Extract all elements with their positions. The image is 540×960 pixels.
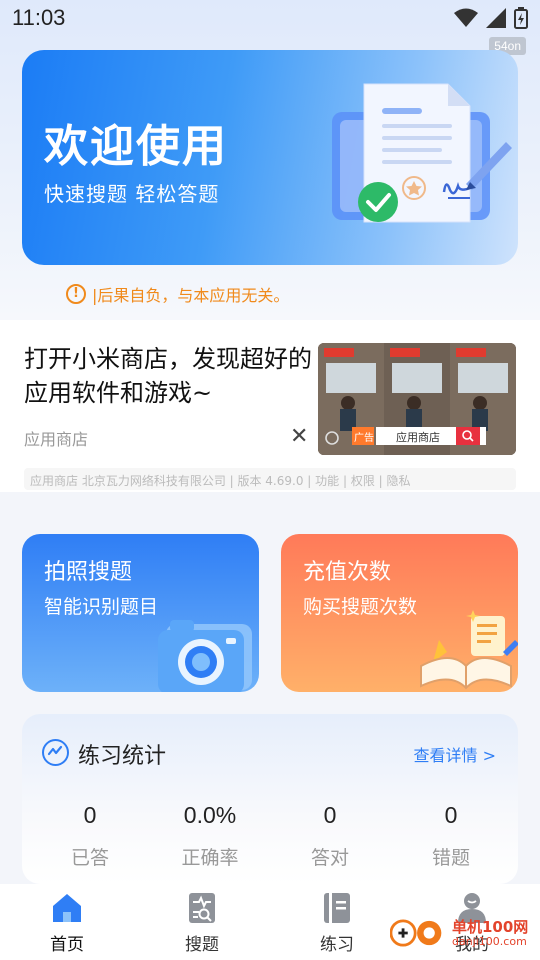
camera-icon [158, 620, 252, 692]
home-icon [27, 890, 107, 926]
site-watermark: 单机100网 danji100.com [390, 916, 528, 950]
stat-value: 0 [83, 802, 97, 828]
stat-correct: 0 答对 [268, 802, 392, 870]
status-icons [454, 7, 528, 29]
nav-item-home[interactable]: 首页 [27, 890, 107, 955]
practice-stats-panel: 练习统计 查看详情 > 0 已答 0.0% 正确率 0 答对 0 错题 [22, 714, 518, 884]
search-question-icon [162, 890, 242, 926]
watermark-url: danji100.com [452, 934, 527, 948]
trend-icon [42, 739, 69, 766]
nav-item-practice[interactable]: 练习 [297, 890, 377, 955]
status-time: 11:03 [12, 5, 66, 30]
welcome-banner: 欢迎使用 快速搜题 轻松答题 [22, 50, 518, 265]
recharge-subtitle: 购买搜题次数 [303, 596, 418, 618]
notebook-icon [297, 890, 377, 926]
stats-title: 练习统计 [78, 744, 167, 769]
watermark-name: 单机100网 [452, 917, 529, 936]
ad-tag: 广告 [354, 433, 374, 444]
recharge-title: 充值次数 [303, 560, 392, 585]
photo-search-title: 拍照搜题 [44, 560, 133, 585]
watermark-logo-icon [390, 919, 442, 947]
stat-label: 错题 [431, 847, 470, 869]
nav-label: 搜题 [185, 935, 219, 955]
ad-block[interactable]: 打开小米商店，发现超好的应用软件和游戏~ 应用商店 ✕ 应用商店 广告 应用商店… [0, 320, 540, 492]
stat-value: 0 [444, 802, 458, 828]
view-details-link[interactable]: 查看详情 > [414, 742, 497, 766]
photo-search-card[interactable]: 拍照搜题 智能识别题目 [22, 534, 259, 692]
ad-source: 应用商店 [24, 430, 89, 449]
banner-title: 欢迎使用 [44, 121, 228, 172]
stat-wrong: 0 错题 [389, 802, 513, 870]
stat-value: 0.0% [183, 802, 237, 828]
battery-icon [514, 7, 528, 29]
nav-label: 首页 [50, 935, 84, 955]
ad-image-search-label: 应用商店 [396, 431, 440, 444]
nav-label: 练习 [320, 935, 354, 955]
document-signature-illustration [332, 83, 512, 223]
disclaimer-notice: ! |后果自负，与本应用无关。 [66, 282, 289, 306]
nav-item-search[interactable]: 搜题 [162, 890, 242, 955]
stat-accuracy: 0.0% 正确率 [148, 802, 272, 870]
banner-subtitle: 快速搜题 轻松答题 [44, 182, 220, 206]
ad-image[interactable]: 应用商店 广告 [318, 343, 516, 455]
stat-answered: 0 已答 [28, 802, 152, 870]
close-icon[interactable]: ✕ [290, 424, 308, 449]
stat-label: 已答 [70, 847, 109, 869]
stat-label: 答对 [310, 847, 349, 869]
ad-headline[interactable]: 打开小米商店，发现超好的应用软件和游戏~ [24, 342, 314, 410]
ad-meta: 应用商店 北京瓦力网络科技有限公司 | 版本 4.69.0 | 功能 | 权限 … [24, 468, 516, 490]
photo-search-subtitle: 智能识别题目 [44, 596, 159, 618]
wifi-icon [454, 8, 478, 27]
book-icon [420, 610, 518, 690]
disclaimer-text: |后果自负，与本应用无关。 [92, 286, 290, 305]
stat-label: 正确率 [181, 847, 239, 869]
recharge-card[interactable]: 充值次数 购买搜题次数 [281, 534, 518, 692]
stat-value: 0 [323, 802, 337, 828]
warning-icon: ! [66, 284, 86, 304]
signal-icon [486, 8, 506, 28]
status-bar: 11:03 [0, 0, 540, 36]
